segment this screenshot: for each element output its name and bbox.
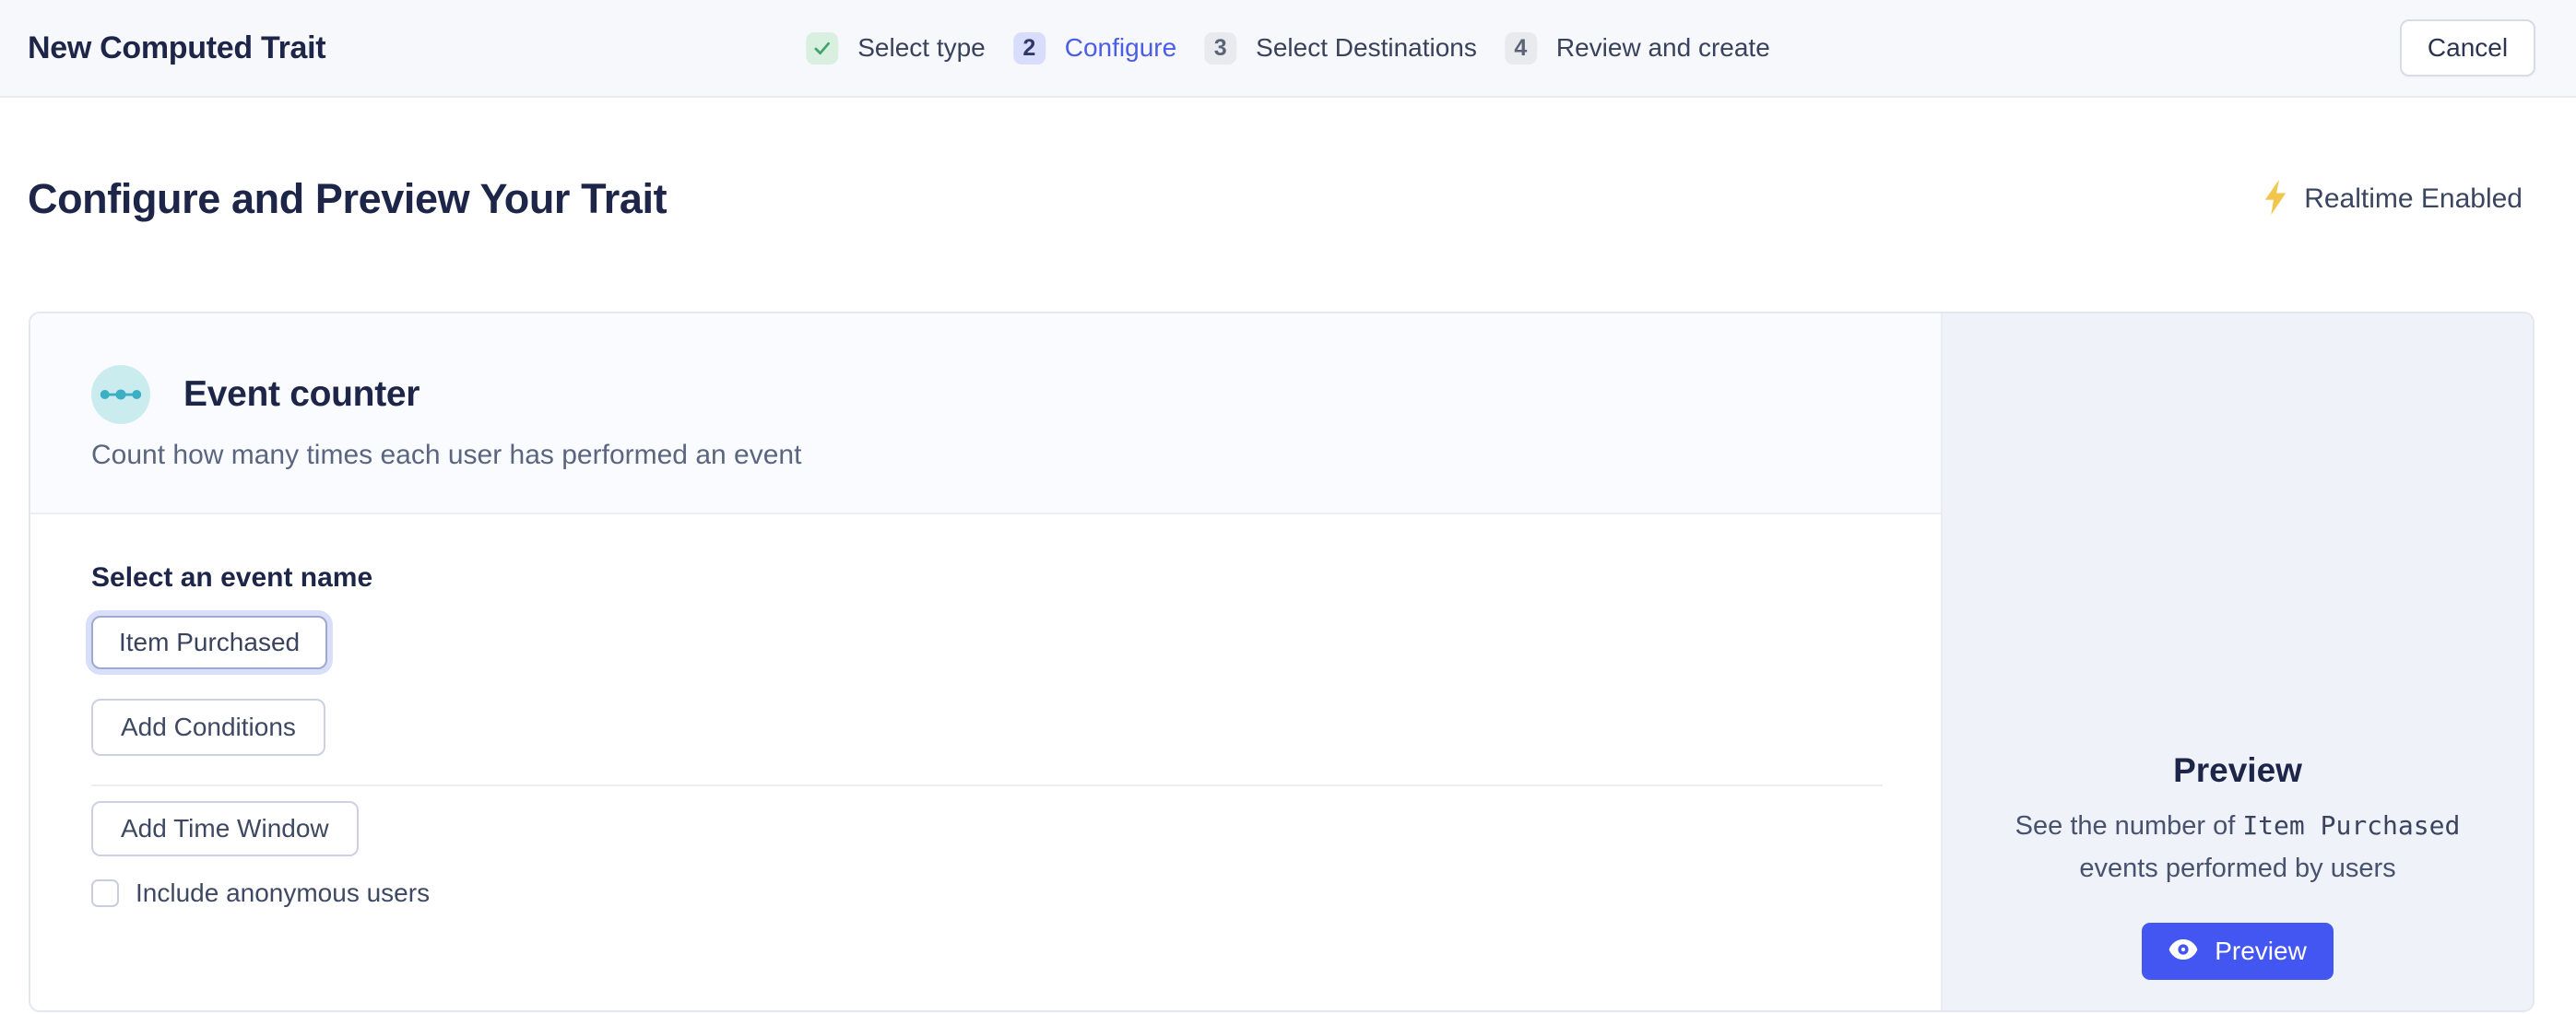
page-heading-row: Configure and Preview Your Trait Realtim… xyxy=(28,175,2523,223)
anonymous-users-row: Include anonymous users xyxy=(91,878,1883,908)
step-label: Select type xyxy=(857,33,986,63)
lightning-icon xyxy=(2263,180,2288,219)
preview-button-label: Preview xyxy=(2215,937,2307,966)
trait-type-description: Count how many times each user has perfo… xyxy=(91,440,1941,471)
step-number-badge: 2 xyxy=(1013,32,1046,65)
trait-config-column: Event counter Count how many times each … xyxy=(30,313,1941,1010)
window-title: New Computed Trait xyxy=(28,30,325,66)
preview-title: Preview xyxy=(2173,751,2302,790)
step-select-destinations[interactable]: 3 Select Destinations xyxy=(1204,32,1477,65)
realtime-label: Realtime Enabled xyxy=(2304,183,2523,215)
top-bar: New Computed Trait Select type 2 Configu… xyxy=(0,0,2576,98)
realtime-status: Realtime Enabled xyxy=(2263,180,2523,219)
preview-event-name: Item Purchased xyxy=(2242,810,2460,841)
anonymous-users-label: Include anonymous users xyxy=(136,878,430,908)
section-divider xyxy=(91,784,1883,786)
step-review-and-create[interactable]: 4 Review and create xyxy=(1505,32,1770,65)
preview-description: See the number of Item Purchased events … xyxy=(1979,805,2496,890)
wizard-stepper: Select type 2 Configure 3 Select Destina… xyxy=(806,0,1770,96)
trait-type-header: Event counter Count how many times each … xyxy=(30,313,1941,514)
event-counter-icon xyxy=(91,365,150,424)
event-name-button[interactable]: Item Purchased xyxy=(91,616,327,669)
trait-type-title: Event counter xyxy=(183,374,419,415)
cancel-button[interactable]: Cancel xyxy=(2400,19,2535,77)
new-computed-trait-page: New Computed Trait Select type 2 Configu… xyxy=(0,0,2576,1014)
step-select-type[interactable]: Select type xyxy=(806,32,986,65)
step-label: Review and create xyxy=(1556,33,1770,63)
page-title: Configure and Preview Your Trait xyxy=(28,175,667,223)
step-label: Select Destinations xyxy=(1256,33,1477,63)
preview-panel: Preview See the number of Item Purchased… xyxy=(1941,313,2533,1010)
step-number-badge: 4 xyxy=(1505,32,1537,65)
trait-config-card: Event counter Count how many times each … xyxy=(29,312,2535,1012)
step-number-badge: 3 xyxy=(1204,32,1236,65)
anonymous-users-checkbox[interactable] xyxy=(91,879,119,907)
preview-button[interactable]: Preview xyxy=(2142,923,2334,980)
trait-config-body: Select an event name Item Purchased Add … xyxy=(30,514,1941,908)
eye-icon xyxy=(2168,937,2198,966)
add-conditions-button[interactable]: Add Conditions xyxy=(91,699,325,756)
event-name-label: Select an event name xyxy=(91,562,1883,594)
check-icon xyxy=(806,32,838,65)
step-label: Configure xyxy=(1065,33,1176,63)
add-time-window-button[interactable]: Add Time Window xyxy=(91,801,359,856)
step-configure[interactable]: 2 Configure xyxy=(1013,32,1176,65)
